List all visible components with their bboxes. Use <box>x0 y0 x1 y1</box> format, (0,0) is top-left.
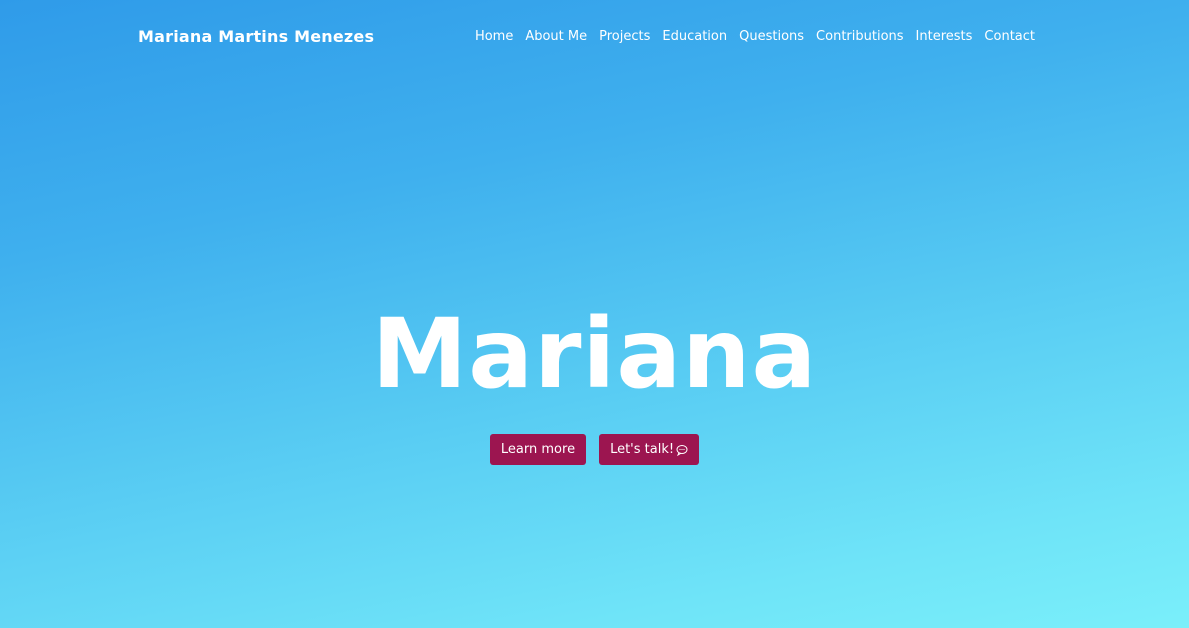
brand-link[interactable]: Mariana Martins Menezes <box>138 27 374 46</box>
nav-link-home[interactable]: Home <box>475 29 513 44</box>
lets-talk-label: Let's talk! <box>610 442 675 457</box>
nav-link-education[interactable]: Education <box>662 29 727 44</box>
nav-links: Home About Me Projects Education Questio… <box>475 29 1035 44</box>
learn-more-label: Learn more <box>500 442 576 457</box>
navbar: Mariana Martins Menezes Home About Me Pr… <box>0 0 1189 76</box>
learn-more-button[interactable]: Learn more <box>489 434 587 465</box>
nav-link-contact[interactable]: Contact <box>984 29 1035 44</box>
nav-link-about-me[interactable]: About Me <box>525 29 587 44</box>
nav-link-projects[interactable]: Projects <box>599 29 650 44</box>
nav-link-contributions[interactable]: Contributions <box>816 29 904 44</box>
lets-talk-button[interactable]: Let's talk! <box>599 434 700 465</box>
nav-link-interests[interactable]: Interests <box>916 29 973 44</box>
chat-bubble-icon <box>676 444 688 456</box>
hero-title: Mariana <box>371 298 818 410</box>
nav-link-questions[interactable]: Questions <box>739 29 804 44</box>
page: Mariana Martins Menezes Home About Me Pr… <box>0 0 1189 628</box>
hero-section: Mariana <box>0 300 1189 408</box>
hero-buttons: Learn more Let's talk! <box>0 434 1189 465</box>
